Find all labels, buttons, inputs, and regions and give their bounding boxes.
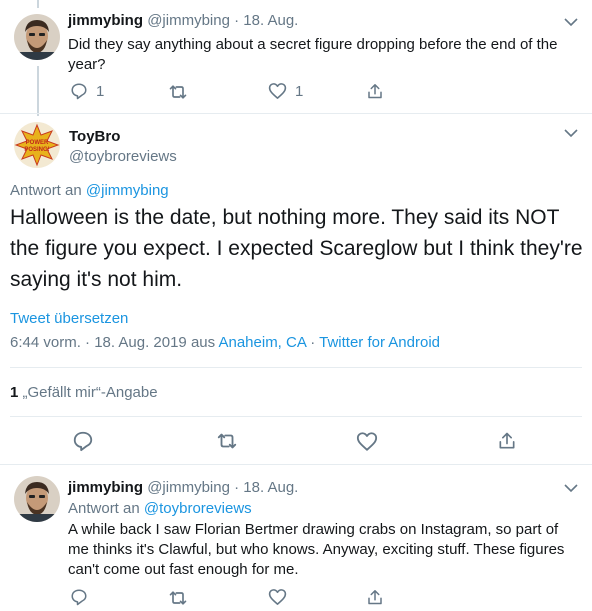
chevron-down-icon[interactable] bbox=[564, 483, 578, 493]
divider bbox=[0, 113, 592, 114]
tweet3-text: A while back I saw Florian Bertmer drawi… bbox=[68, 521, 565, 578]
translate-link[interactable]: Tweet übersetzen bbox=[10, 310, 128, 327]
reply-icon bbox=[71, 83, 87, 100]
tweet3-header: jimmybing @jimmybing · 18. Aug. bbox=[68, 479, 298, 496]
avatar-jimmybing[interactable] bbox=[14, 476, 60, 522]
reply-icon[interactable] bbox=[72, 430, 94, 452]
heart-icon[interactable] bbox=[356, 431, 378, 452]
separator: · bbox=[234, 12, 240, 29]
handle[interactable]: @jimmybing bbox=[147, 12, 230, 29]
timestamp[interactable]: 6:44 vorm. · 18. Aug. 2019 aus bbox=[10, 334, 215, 351]
avatar-toybro[interactable]: POWER POSING! bbox=[14, 122, 60, 168]
thread-line-top bbox=[37, 0, 39, 8]
avatar-jimmybing[interactable] bbox=[14, 14, 60, 60]
meta-separator: · bbox=[310, 334, 316, 351]
share-icon[interactable] bbox=[366, 588, 384, 607]
reply-button[interactable]: 1 bbox=[70, 82, 104, 100]
retweet-icon[interactable] bbox=[216, 431, 238, 451]
main-display-name[interactable]: ToyBro bbox=[69, 128, 120, 145]
avatar-image bbox=[14, 14, 60, 60]
reply-prefix: Antwort an bbox=[68, 500, 140, 517]
thread-line-1 bbox=[37, 66, 39, 116]
reply-to-link[interactable]: @toybroreviews bbox=[144, 500, 252, 517]
avatar-image: POWER POSING! bbox=[14, 122, 60, 168]
reply-to-link[interactable]: @jimmybing bbox=[86, 182, 169, 199]
heart-icon bbox=[268, 83, 287, 99]
share-icon[interactable] bbox=[366, 82, 384, 101]
svg-text:POSING!: POSING! bbox=[24, 147, 49, 153]
like-button[interactable]: 1 bbox=[268, 82, 303, 100]
display-name[interactable]: jimmybing bbox=[68, 479, 143, 496]
likes-label: „Gefällt mir“-Angabe bbox=[22, 384, 158, 401]
reply-prefix: Antwort an bbox=[10, 182, 82, 199]
avatar-image bbox=[14, 476, 60, 522]
location-link[interactable]: Anaheim, CA bbox=[218, 334, 306, 351]
divider bbox=[10, 367, 582, 368]
heart-icon[interactable] bbox=[268, 588, 287, 606]
chevron-down-icon[interactable] bbox=[564, 128, 578, 138]
like-count: 1 bbox=[295, 82, 304, 100]
likes-summary[interactable]: 1 „Gefällt mir“-Angabe bbox=[10, 384, 158, 401]
reply-icon[interactable] bbox=[70, 588, 88, 606]
main-tweet-text: Halloween is the date, but nothing more.… bbox=[10, 206, 583, 291]
chevron-down-icon[interactable] bbox=[564, 17, 578, 27]
reply-count: 1 bbox=[96, 82, 105, 100]
share-icon[interactable] bbox=[497, 430, 517, 452]
likes-count: 1 bbox=[10, 384, 19, 401]
retweet-icon[interactable] bbox=[168, 589, 188, 607]
separator: · bbox=[234, 479, 240, 496]
main-handle[interactable]: @toybroreviews bbox=[69, 148, 177, 165]
tweet1-text: Did they say anything about a secret fig… bbox=[68, 36, 558, 73]
client-link[interactable]: Twitter for Android bbox=[319, 334, 440, 351]
display-name[interactable]: jimmybing bbox=[68, 12, 143, 29]
tweet-date[interactable]: 18. Aug. bbox=[243, 479, 298, 496]
reply-context: Antwort an @jimmybing bbox=[10, 182, 169, 199]
divider bbox=[0, 464, 592, 465]
tweet-metadata: 6:44 vorm. · 18. Aug. 2019 aus Anaheim, … bbox=[10, 334, 440, 351]
tweet-date[interactable]: 18. Aug. bbox=[243, 12, 298, 29]
retweet-icon[interactable] bbox=[168, 83, 188, 101]
divider bbox=[10, 416, 582, 417]
svg-text:POWER: POWER bbox=[26, 140, 49, 146]
tweet1-header: jimmybing @jimmybing · 18. Aug. bbox=[68, 12, 298, 29]
handle[interactable]: @jimmybing bbox=[147, 479, 230, 496]
reply-context: Antwort an @toybroreviews bbox=[68, 500, 252, 517]
